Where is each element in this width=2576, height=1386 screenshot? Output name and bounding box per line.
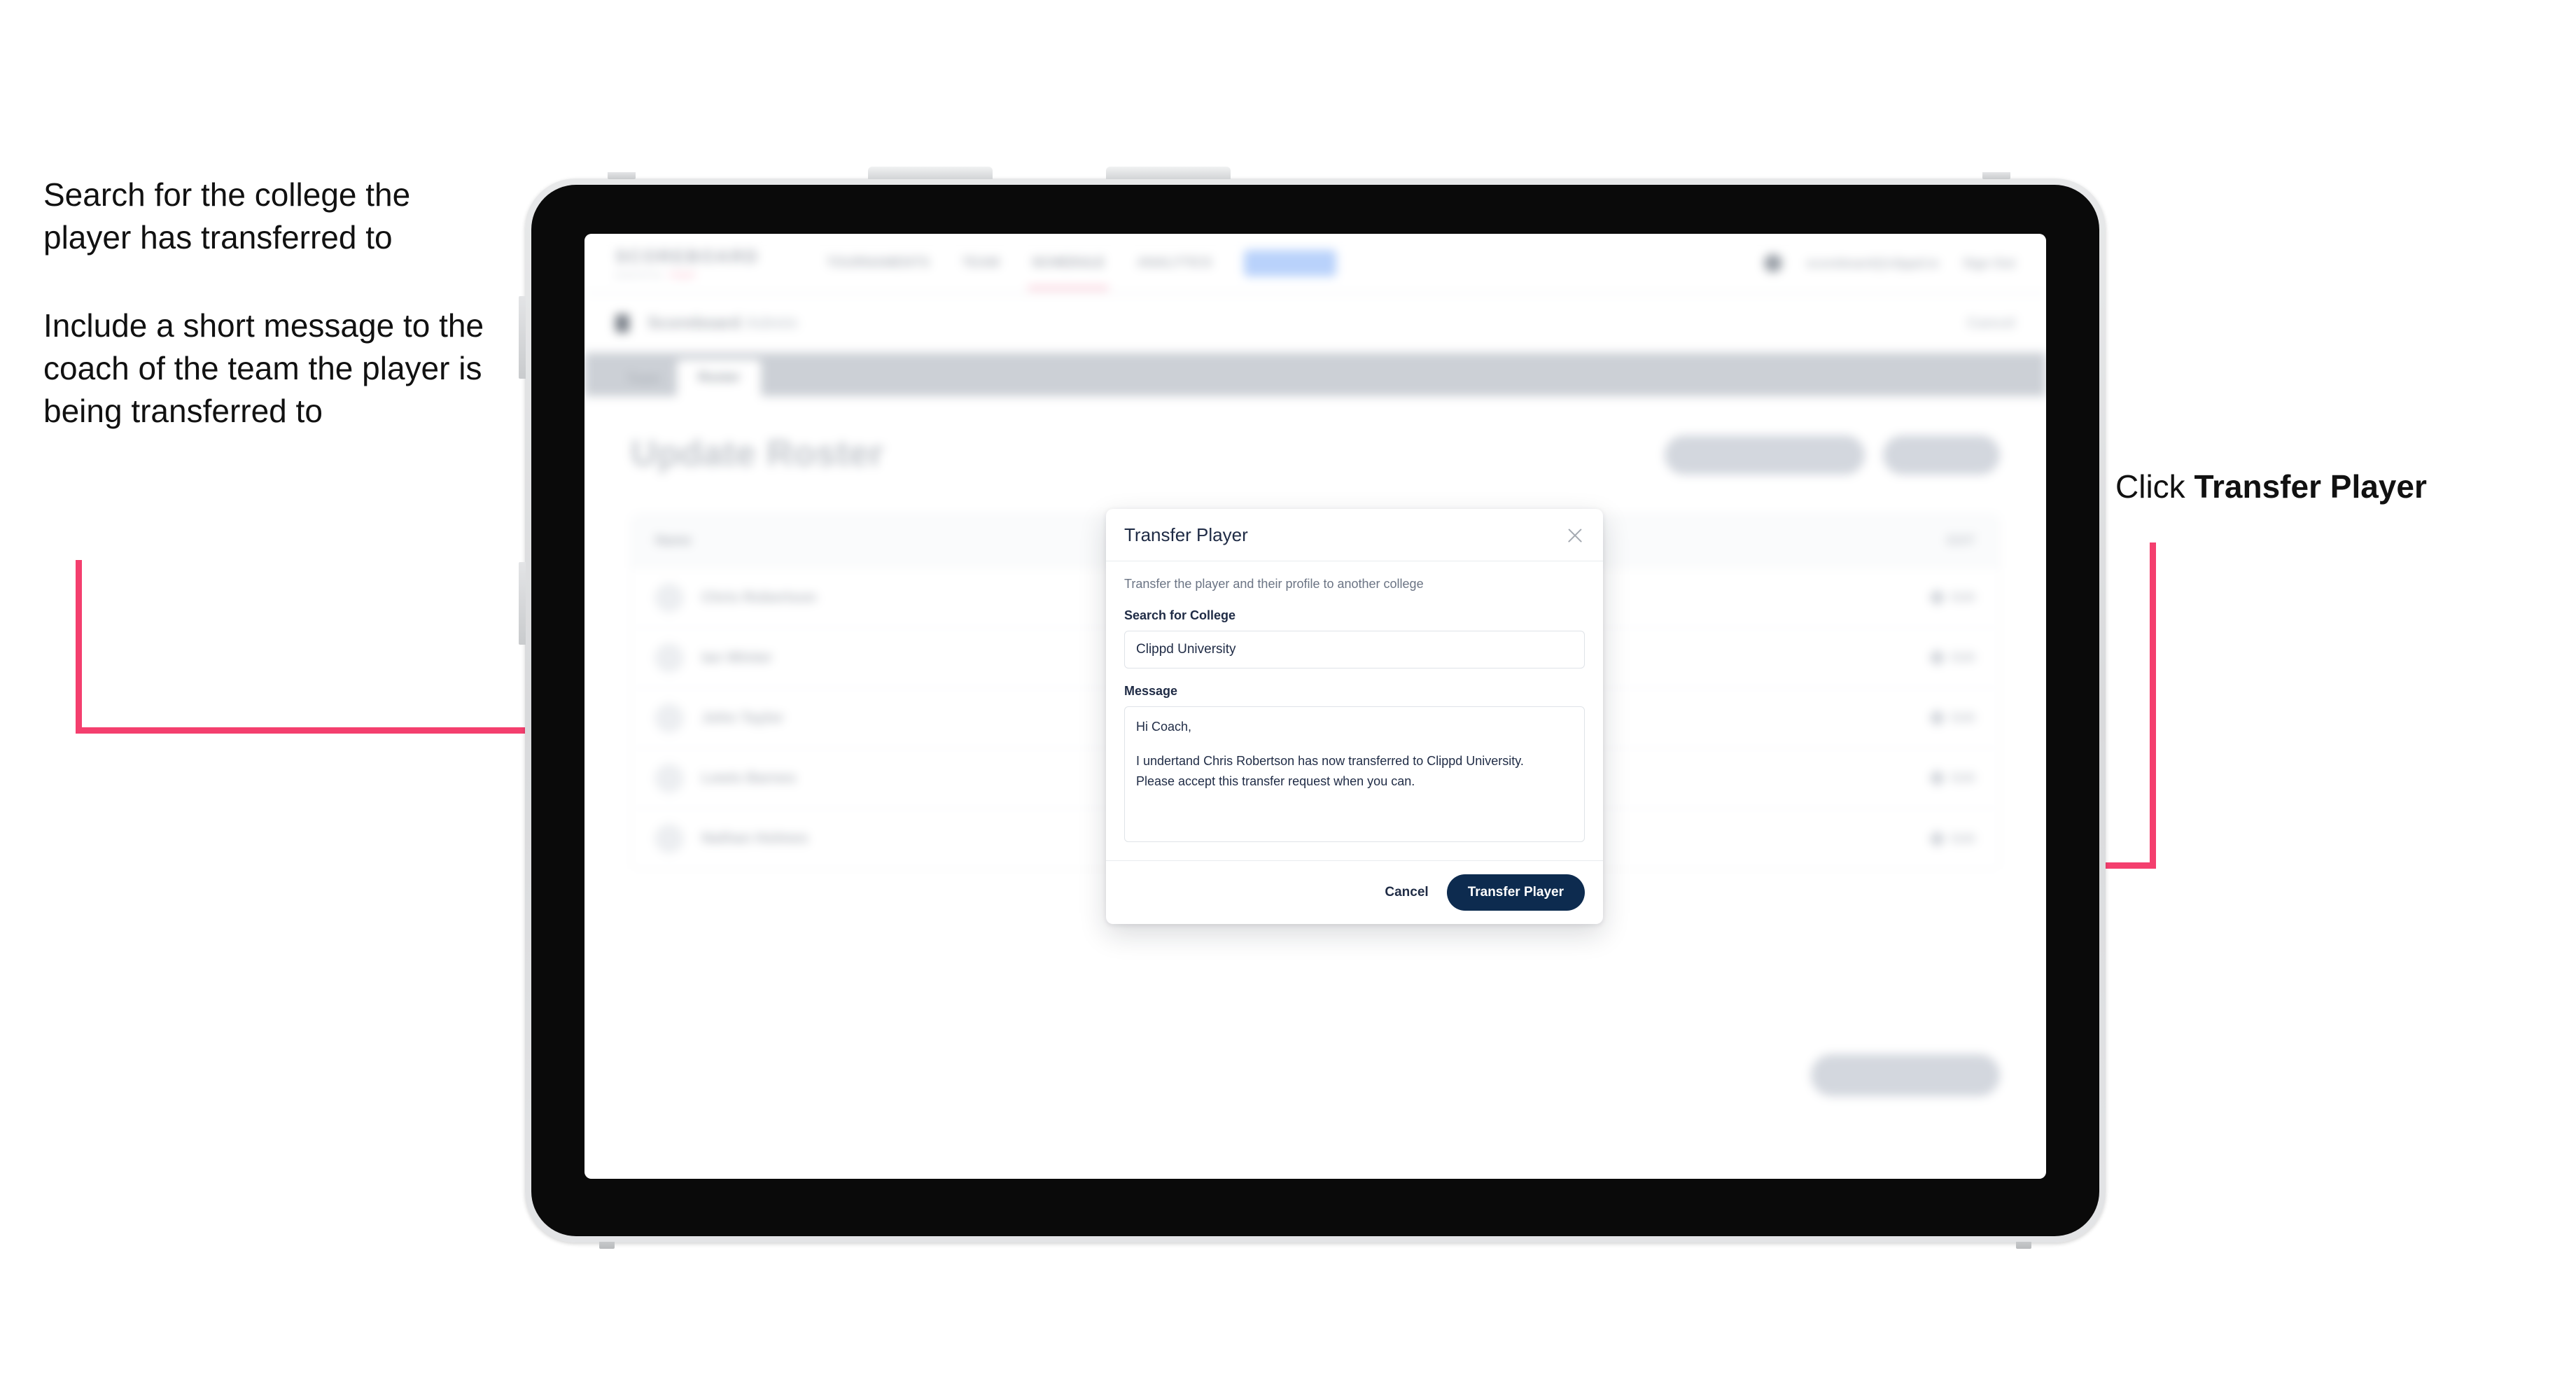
annotation-arrow-right-vertical	[2150, 542, 2156, 866]
tab-roster[interactable]: Roster	[677, 360, 762, 396]
edit-label: Edit	[1952, 831, 1975, 846]
save-roster-updates-button[interactable]: Save Roster Updates	[1810, 1054, 2000, 1096]
modal-footer: Cancel Transfer Player	[1106, 860, 1603, 924]
cancel-button[interactable]: Cancel	[1385, 885, 1428, 900]
pencil-icon	[1928, 709, 1946, 727]
player-name: Ian Winter	[701, 649, 773, 666]
modal-header: Transfer Player	[1106, 509, 1603, 561]
edit-label: Edit	[1952, 590, 1975, 604]
column-header-edit: EDIT	[1946, 533, 1975, 547]
device-button-top-wide-2	[1106, 167, 1231, 179]
page-actions: Request Player Transfer Add Player	[1665, 435, 2000, 475]
pencil-icon	[1928, 589, 1946, 606]
pencil-icon	[1928, 649, 1946, 666]
transfer-player-modal: Transfer Player Transfer the player and …	[1106, 509, 1603, 924]
nav-item-team[interactable]: TEAM	[962, 255, 1000, 271]
logo-powered-by: powered by	[615, 271, 662, 279]
pencil-icon	[1928, 769, 1946, 787]
logo-wordmark: SCOREBOARD	[615, 247, 760, 267]
screenshot-root: Search for the college the player has tr…	[0, 0, 2576, 1386]
annotation-right-prefix: Click	[2115, 468, 2194, 505]
player-name: Chris Robertson	[701, 589, 817, 606]
player-name: John Taylor	[701, 709, 784, 726]
search-college-value: Clippd University	[1136, 642, 1236, 657]
edit-label: Edit	[1952, 771, 1975, 785]
app-header: SCOREBOARD powered by clippd TOURNAMENTS…	[584, 234, 2046, 294]
tab-team[interactable]: Team	[610, 363, 677, 396]
avatar[interactable]	[1764, 254, 1783, 272]
breadcrumb-cancel-link[interactable]: Cancel	[1967, 315, 2015, 332]
breadcrumb-sub: Admin	[746, 313, 798, 332]
tabs-bar: Team Roster	[584, 353, 2046, 396]
breadcrumb-main: Scoreboard	[648, 313, 741, 332]
annotation-left-line-1: Search for the college the player has tr…	[43, 176, 411, 255]
tablet-device-frame: SCOREBOARD powered by clippd TOURNAMENTS…	[519, 167, 2106, 1249]
transfer-player-button[interactable]: Transfer Player	[1446, 874, 1585, 911]
edit-player-button[interactable]: Edit	[1928, 589, 1975, 606]
nav-item-schedule[interactable]: SCHEDULE	[1027, 255, 1109, 290]
message-label: Message	[1124, 684, 1178, 698]
device-foot-right	[2016, 1242, 2031, 1249]
avatar	[655, 764, 683, 792]
edit-player-button[interactable]: Edit	[1928, 709, 1975, 727]
sign-out-link[interactable]: Sign Out	[1963, 256, 2015, 271]
player-name: Nathan Holmes	[701, 830, 808, 846]
avatar	[655, 583, 683, 612]
modal-body: Transfer the player and their profile to…	[1106, 561, 1603, 860]
message-line-2: I undertand Chris Robertson has now tran…	[1136, 754, 1524, 769]
avatar	[655, 704, 683, 732]
pencil-icon	[1928, 830, 1946, 848]
account-email: scoreboard@clippd.io	[1806, 255, 1939, 270]
annotation-right-text: Click Transfer Player	[2115, 468, 2427, 505]
request-player-transfer-button[interactable]: Request Player Transfer	[1665, 435, 1865, 475]
annotation-left-text: Search for the college the player has tr…	[43, 174, 491, 433]
device-button-side-upper	[519, 296, 526, 379]
nav-item-roster[interactable]: ROSTER	[1244, 250, 1336, 276]
nav-item-tournaments[interactable]: TOURNAMENTS	[827, 255, 930, 271]
device-button-top-small	[608, 172, 636, 179]
logo-brand: clippd	[668, 271, 696, 279]
annotation-right-bold: Transfer Player	[2194, 468, 2427, 505]
column-header-name: Name	[655, 533, 692, 548]
device-bezel: SCOREBOARD powered by clippd TOURNAMENTS…	[531, 185, 2099, 1236]
message-textarea[interactable]: Hi Coach, I undertand Chris Robertson ha…	[1124, 706, 1585, 842]
modal-description: Transfer the player and their profile to…	[1124, 577, 1424, 591]
edit-label: Edit	[1952, 650, 1975, 664]
header-right-group: scoreboard@clippd.io Sign Out	[1764, 254, 2015, 272]
device-button-top-small-2	[1982, 172, 2010, 179]
search-college-label: Search for College	[1124, 608, 1236, 622]
modal-title: Transfer Player	[1124, 524, 1248, 545]
device-foot-left	[599, 1242, 615, 1249]
nav-item-analytics[interactable]: ANALYTICS	[1137, 255, 1212, 271]
main-nav: TOURNAMENTS TEAM SCHEDULE ANALYTICS ROST…	[827, 250, 1336, 290]
breadcrumb: Scoreboard Admin	[648, 314, 798, 333]
device-screen: SCOREBOARD powered by clippd TOURNAMENTS…	[584, 234, 2046, 1179]
message-line-1: Hi Coach,	[1136, 720, 1192, 734]
message-line-3: Please accept this transfer request when…	[1136, 774, 1415, 789]
player-name: Lewis Barnes	[701, 769, 797, 786]
add-player-button[interactable]: Add Player	[1882, 435, 2000, 475]
close-icon[interactable]	[1565, 526, 1585, 545]
annotation-left-line-2: Include a short message to the coach of …	[43, 307, 484, 429]
building-icon	[615, 314, 629, 332]
edit-player-button[interactable]: Edit	[1928, 830, 1975, 848]
edit-player-button[interactable]: Edit	[1928, 649, 1975, 666]
page-title: Update Roster	[631, 433, 884, 474]
breadcrumb-bar: Scoreboard Admin Cancel	[584, 294, 2046, 353]
device-button-side-lower	[519, 562, 526, 645]
app-logo[interactable]: SCOREBOARD powered by clippd	[615, 247, 760, 279]
avatar	[655, 825, 683, 853]
search-college-input[interactable]: Clippd University	[1124, 631, 1585, 668]
edit-player-button[interactable]: Edit	[1928, 769, 1975, 787]
annotation-arrow-left-vertical	[76, 560, 82, 734]
avatar	[655, 643, 683, 672]
edit-label: Edit	[1952, 710, 1975, 724]
device-button-top-wide	[868, 167, 993, 179]
